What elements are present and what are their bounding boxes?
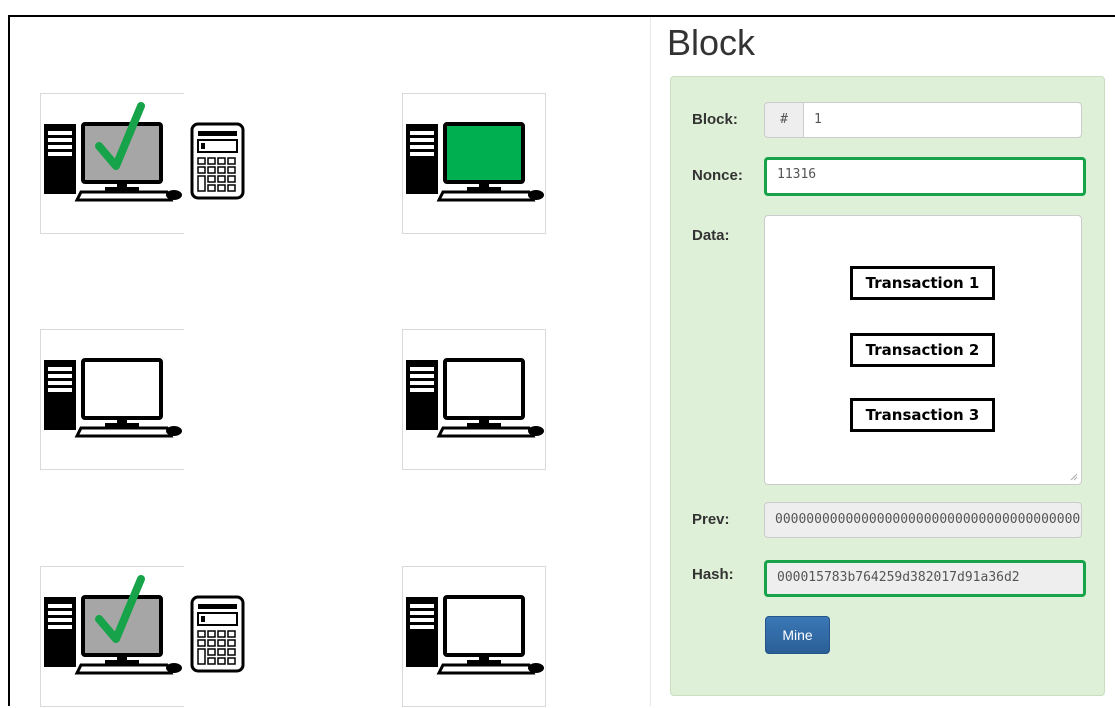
node-3 bbox=[40, 329, 184, 470]
prev-label: Prev: bbox=[692, 511, 730, 528]
node-1 bbox=[40, 93, 184, 234]
mouse bbox=[528, 190, 544, 200]
node-2 bbox=[402, 93, 546, 234]
hash-input[interactable]: 000015783b764259d382017d91a36d2 bbox=[764, 560, 1086, 597]
computer-icon bbox=[44, 358, 182, 438]
node-5-calculator bbox=[190, 595, 245, 678]
transaction-3: Transaction 3 bbox=[850, 398, 995, 432]
node-6 bbox=[402, 566, 546, 707]
node-1-calculator bbox=[190, 122, 245, 205]
mouse bbox=[166, 663, 182, 673]
calculator-top bbox=[198, 604, 237, 609]
transaction-2: Transaction 2 bbox=[850, 333, 995, 367]
computer-icon bbox=[44, 575, 182, 675]
prev-input[interactable]: 0000000000000000000000000000000000000000… bbox=[764, 502, 1082, 538]
mouse bbox=[166, 426, 182, 436]
nonce-label: Nonce: bbox=[692, 167, 743, 184]
monitor-screen bbox=[443, 595, 525, 657]
computer-icon bbox=[406, 122, 544, 202]
panel-divider bbox=[650, 17, 651, 706]
block-number-label: Block: bbox=[692, 111, 738, 128]
calculator-top bbox=[198, 131, 237, 136]
nonce-input[interactable]: 11316 bbox=[764, 157, 1086, 196]
transaction-1: Transaction 1 bbox=[850, 266, 995, 300]
keyboard bbox=[436, 190, 536, 202]
data-label: Data: bbox=[692, 227, 730, 244]
keyboard bbox=[436, 663, 536, 675]
calculator-icon bbox=[190, 122, 245, 200]
monitor-screen bbox=[443, 358, 525, 420]
resize-grip-icon[interactable] bbox=[1070, 473, 1078, 481]
hash-label: Hash: bbox=[692, 566, 734, 583]
node-5 bbox=[40, 566, 184, 707]
monitor-screen bbox=[81, 358, 163, 420]
calculator-icon bbox=[190, 595, 245, 673]
block-number-prefix: # bbox=[764, 102, 804, 138]
mouse bbox=[528, 426, 544, 436]
mouse bbox=[166, 190, 182, 200]
keyboard bbox=[436, 426, 536, 438]
keyboard bbox=[74, 190, 174, 202]
monitor-screen bbox=[443, 122, 525, 184]
computer-icon bbox=[406, 358, 544, 438]
node-4 bbox=[402, 329, 546, 470]
data-textarea[interactable]: Transaction 1 Transaction 2 Transaction … bbox=[764, 215, 1082, 485]
mouse bbox=[528, 663, 544, 673]
computer-icon bbox=[44, 102, 182, 202]
keyboard bbox=[74, 663, 174, 675]
keyboard bbox=[74, 426, 174, 438]
block-title: Block bbox=[667, 22, 756, 63]
computer-icon bbox=[406, 595, 544, 675]
block-number-input[interactable]: 1 bbox=[803, 102, 1082, 138]
mine-button[interactable]: Mine bbox=[765, 616, 830, 654]
